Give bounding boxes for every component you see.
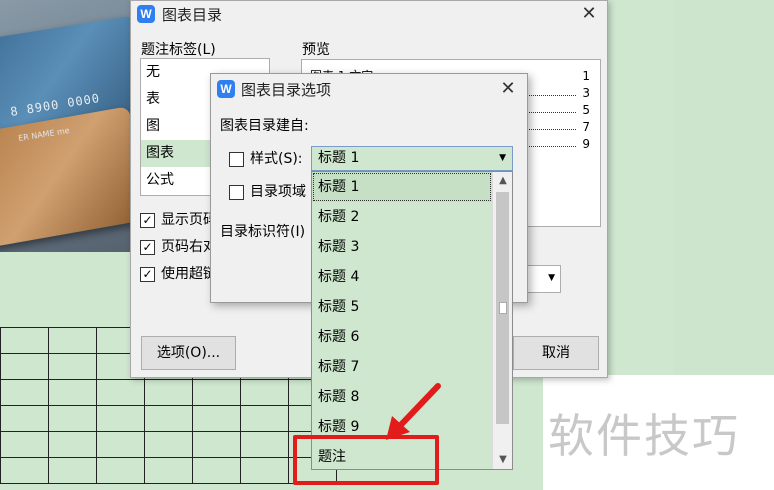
preview-page-number: 5 — [582, 103, 590, 117]
options-button[interactable]: 选项(O)... — [141, 336, 236, 370]
watermark-text: 软件技巧 — [548, 409, 740, 463]
style-option[interactable]: 标题 2 — [312, 202, 492, 232]
wps-app-icon: W — [137, 5, 155, 23]
scrollbar-thumb[interactable] — [496, 192, 509, 424]
hyperlink-row[interactable]: ✓ 使用超链 — [140, 265, 217, 283]
preview-page-number: 3 — [582, 86, 590, 100]
show-page-number-label: 显示页码 — [161, 212, 217, 228]
dialog-title: 图表目录 — [162, 6, 223, 24]
show-page-number-row[interactable]: ✓ 显示页码 — [140, 211, 217, 229]
scroll-up-icon[interactable]: ▲ — [493, 172, 512, 190]
style-select-value: 标题 1 — [318, 150, 360, 166]
annotation-arrow-icon — [386, 383, 441, 440]
dialog-titlebar: W 图表目录 ✕ — [131, 1, 607, 28]
style-option[interactable]: 标题 5 — [312, 292, 492, 322]
dropdown-scrollbar[interactable]: ▲ ▼ — [492, 172, 512, 469]
style-option[interactable]: 标题 1 — [312, 172, 492, 202]
style-select[interactable]: 标题 1 ▼ — [311, 146, 513, 171]
field-checkbox-label: 目录项域 — [250, 184, 306, 200]
credit-card-image: 8 8900 0000 ER NAME me — [0, 0, 130, 252]
style-checkbox[interactable] — [229, 151, 244, 167]
build-from-label: 图表目录建自: — [220, 118, 309, 134]
document-margin — [674, 0, 774, 375]
identifier-label: 目录标识符(I) — [220, 224, 306, 240]
options-titlebar: W 图表目录选项 ✕ — [211, 74, 527, 104]
chevron-down-icon: ▼ — [548, 273, 555, 283]
style-checkbox-label: 样式(S): — [250, 151, 303, 167]
right-align-label: 页码右对 — [161, 239, 217, 255]
wps-app-icon: W — [217, 80, 235, 98]
preview-page-number: 9 — [582, 137, 590, 151]
close-icon[interactable]: ✕ — [578, 3, 600, 25]
style-option[interactable]: 标题 6 — [312, 322, 492, 352]
preview-page-number: 7 — [582, 120, 590, 134]
scroll-down-icon[interactable]: ▼ — [493, 451, 512, 469]
right-align-row[interactable]: ✓ 页码右对 — [140, 238, 217, 256]
scrollbar-grip — [499, 302, 507, 314]
style-option[interactable]: 标题 4 — [312, 262, 492, 292]
show-page-number-checkbox[interactable]: ✓ — [140, 212, 155, 228]
hyperlink-checkbox[interactable]: ✓ — [140, 266, 155, 282]
caption-label-heading: 题注标签(L) — [141, 42, 216, 58]
preview-heading: 预览 — [302, 42, 330, 58]
field-option-row[interactable]: 目录项域 — [229, 182, 306, 202]
options-dialog-title: 图表目录选项 — [241, 81, 332, 99]
field-checkbox[interactable] — [229, 184, 244, 200]
close-icon[interactable]: ✕ — [497, 78, 519, 100]
preview-page-number: 1 — [582, 69, 590, 83]
chevron-down-icon[interactable]: ▼ — [499, 147, 506, 170]
right-align-checkbox[interactable]: ✓ — [140, 239, 155, 255]
hyperlink-label: 使用超链 — [161, 266, 217, 282]
style-option[interactable]: 标题 3 — [312, 232, 492, 262]
style-option-row[interactable]: 样式(S): — [229, 149, 303, 169]
cancel-button[interactable]: 取消 — [513, 336, 599, 370]
